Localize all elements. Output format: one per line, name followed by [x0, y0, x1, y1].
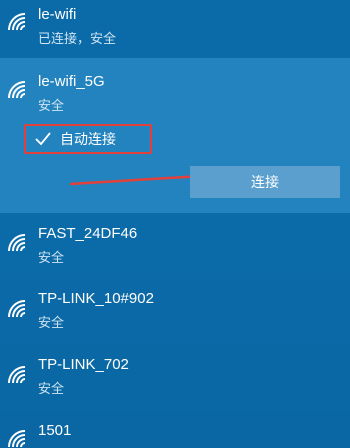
wifi-signal-icon	[8, 300, 26, 318]
wifi-signal-icon	[8, 81, 26, 99]
network-name: 1501	[38, 422, 72, 439]
network-name: TP-LINK_702	[38, 356, 129, 373]
wifi-signal-icon	[8, 234, 26, 252]
auto-connect-label: 自动连接	[60, 131, 116, 147]
wifi-signal-icon	[8, 366, 26, 384]
wifi-signal-icon	[8, 430, 26, 448]
network-name: FAST_24DF46	[38, 225, 138, 242]
wifi-network-list: le-wifi 已连接，安全 le-wifi_5G 安全 自动连接 连接 FAS…	[0, 0, 350, 448]
auto-connect-checkbox[interactable]: 自动连接	[24, 124, 152, 154]
network-status: 已连接，安全	[38, 31, 117, 46]
network-name: TP-LINK_10#902	[38, 290, 154, 307]
network-status: 安全	[38, 315, 65, 330]
network-name: le-wifi_5G	[38, 73, 105, 90]
network-status: 安全	[38, 98, 65, 113]
network-item-le-wifi-5g[interactable]: le-wifi_5G 安全 自动连接 连接	[0, 58, 350, 213]
wifi-signal-icon	[8, 13, 26, 31]
checkmark-icon	[34, 130, 52, 148]
connect-button[interactable]: 连接	[190, 166, 340, 198]
network-item-le-wifi[interactable]: le-wifi 已连接，安全	[0, 0, 350, 58]
network-status: 安全	[38, 381, 65, 396]
network-item-1501[interactable]: 1501	[0, 411, 350, 448]
network-item-fast-24df46[interactable]: FAST_24DF46 安全	[0, 213, 350, 279]
network-item-tp-link-702[interactable]: TP-LINK_702 安全	[0, 345, 350, 411]
network-name: le-wifi	[38, 6, 77, 23]
network-status: 安全	[38, 250, 65, 265]
network-item-tp-link-10-902[interactable]: TP-LINK_10#902 安全	[0, 279, 350, 345]
